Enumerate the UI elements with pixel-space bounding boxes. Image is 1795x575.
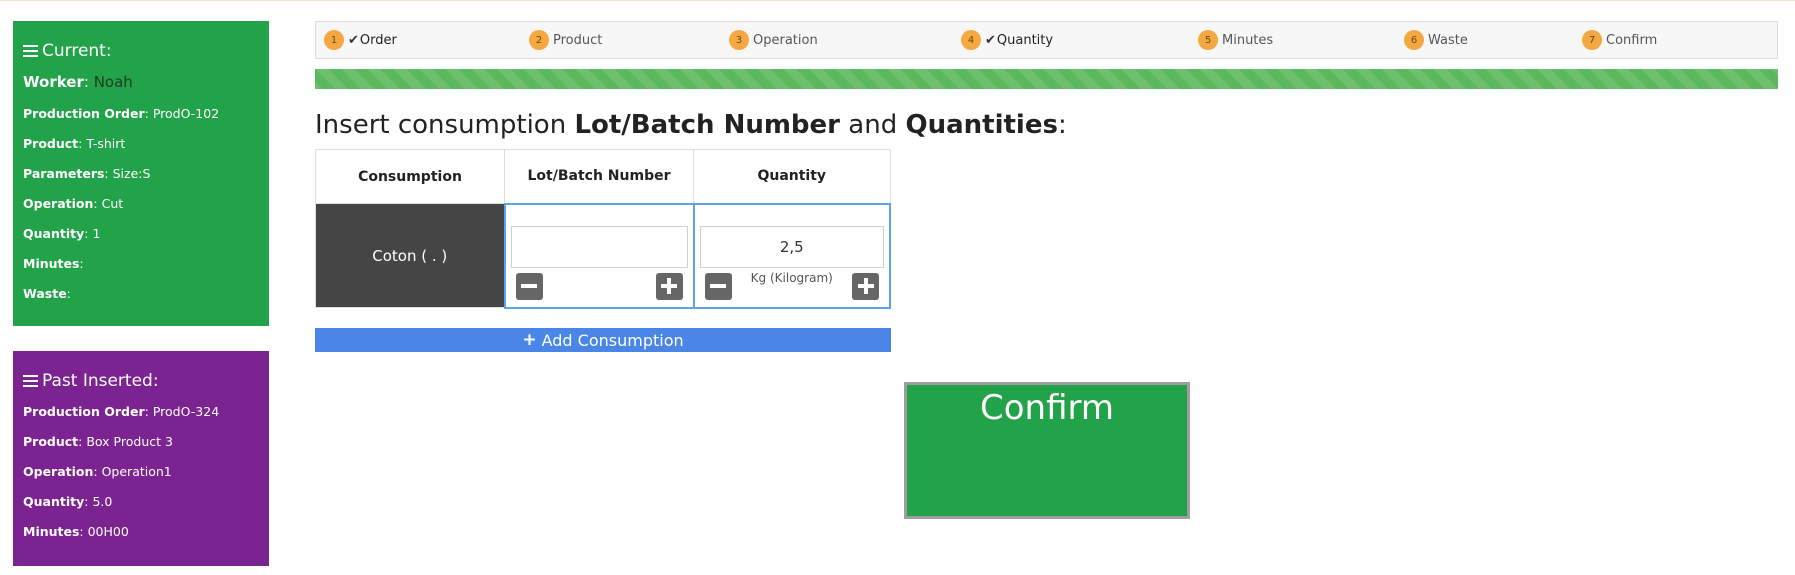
step-number-badge: 4 [961,30,981,50]
past-product: Product: Box Product 3 [23,434,173,449]
table-row: Coton ( . ) Kg (Kilogram) [315,202,891,309]
step-number-badge: 3 [729,30,749,50]
add-consumption-button[interactable]: + Add Consumption [315,328,891,352]
plus-icon: + [522,330,537,350]
column-header-lot-batch: Lot/Batch Number [504,149,694,204]
step-quantity[interactable]: 4 ✔ Quantity [961,22,1053,58]
page-heading: Insert consumption Lot/Batch Number and … [315,110,1067,140]
step-number-badge: 1 [324,30,344,50]
minus-icon [710,284,726,288]
past-panel-title: Past Inserted: [23,371,259,391]
current-parameters: Parameters: Size:S [23,166,151,181]
past-operation: Operation: Operation1 [23,464,172,479]
worker-line: Worker: Noah [23,73,133,91]
step-confirm[interactable]: 7 Confirm [1582,22,1657,58]
table-header-row: Consumption Lot/Batch Number Quantity [315,149,891,204]
menu-icon [23,45,38,57]
checkmark-icon: ✔ [348,32,359,48]
menu-icon [23,375,38,387]
lot-batch-input[interactable] [510,225,688,268]
step-number-badge: 5 [1198,30,1218,50]
progress-fill [315,69,1778,89]
step-number-badge: 7 [1582,30,1602,50]
step-number-badge: 6 [1404,30,1424,50]
step-number-badge: 2 [529,30,549,50]
current-panel-title: Current: [23,41,259,61]
step-order[interactable]: 1 ✔ Order [324,22,397,58]
step-operation[interactable]: 3 Operation [729,22,818,58]
column-header-consumption: Consumption [315,149,505,204]
current-minutes: Minutes: [23,256,84,271]
lot-decrement-button[interactable] [515,272,543,300]
top-divider [0,0,1795,1]
confirm-button[interactable]: Confirm [904,382,1190,519]
lot-increment-button[interactable] [655,272,683,300]
past-quantity: Quantity: 5.0 [23,494,113,509]
worker-value: Noah [93,73,133,91]
current-panel: Current: Worker: Noah Production Order: … [13,21,269,326]
current-operation: Operation: Cut [23,196,124,211]
lot-batch-cell [503,202,695,309]
step-wizard: 1 ✔ Order 2 Product 3 Operation 4 ✔ Quan… [315,21,1778,59]
quantity-decrement-button[interactable] [704,272,732,300]
current-production-order: Production Order: ProdO-102 [23,106,220,121]
quantity-input[interactable] [699,225,884,268]
progress-bar [315,69,1778,89]
step-product[interactable]: 2 Product [529,22,602,58]
past-production-order: Production Order: ProdO-324 [23,404,220,419]
consumption-name-cell: Coton ( . ) [315,203,505,308]
current-quantity: Quantity: 1 [23,226,101,241]
consumption-table: Consumption Lot/Batch Number Quantity Co… [315,149,891,309]
worker-label: Worker [23,73,84,91]
column-header-quantity: Quantity [693,149,891,204]
step-waste[interactable]: 6 Waste [1404,22,1468,58]
past-minutes: Minutes: 00H00 [23,524,129,539]
past-inserted-panel: Past Inserted: Production Order: ProdO-3… [13,351,269,566]
quantity-cell: Kg (Kilogram) [692,202,891,309]
current-waste: Waste: [23,286,71,301]
step-minutes[interactable]: 5 Minutes [1198,22,1273,58]
checkmark-icon: ✔ [985,32,996,48]
current-product: Product: T-shirt [23,136,126,151]
minus-icon [521,284,537,288]
quantity-increment-button[interactable] [852,272,879,300]
